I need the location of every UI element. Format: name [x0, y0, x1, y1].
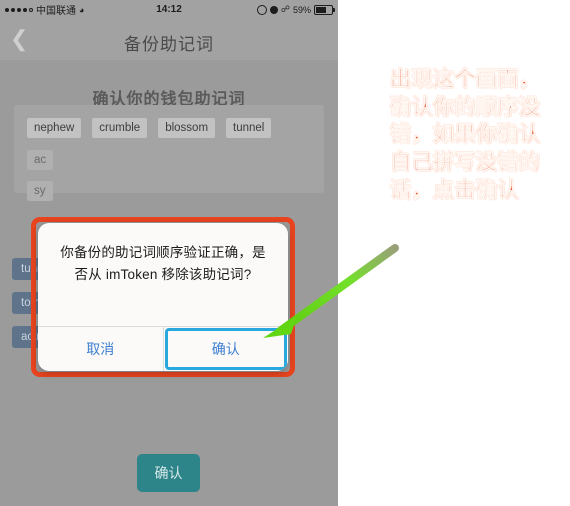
phone-screenshot-panel: 中国联通 ◕ 14:12 ☍ 59% ❮ 备份助记词 确认你的钱包助记词 请按顺… [0, 0, 338, 506]
status-bar: 中国联通 ◕ 14:12 ☍ 59% [0, 0, 338, 19]
selected-words-row: nephew crumble blossom tunnel [14, 105, 324, 138]
dialog-confirm-button-wrap: 确认 [164, 327, 289, 371]
dialog-cancel-button[interactable]: 取消 [38, 327, 164, 371]
annotation-text: 出现这个画面，确认你的顺序没错，如果你确认自己拼写没错的话，点击确认 [390, 68, 541, 202]
dialog-actions: 取消 确认 [38, 326, 288, 371]
selected-word-chip[interactable]: tunnel [226, 118, 272, 138]
battery-icon [314, 4, 335, 15]
confirmation-dialog: 你备份的助记词顺序验证正确，是否从 imToken 移除该助记词? 取消 确认 [38, 223, 288, 371]
selected-word-chip-occluded[interactable]: sy [27, 181, 53, 201]
dialog-confirm-button[interactable]: 确认 [164, 328, 287, 370]
selected-word-chip[interactable]: crumble [92, 118, 148, 138]
selected-word-chip[interactable]: nephew [27, 118, 82, 138]
page-title: 备份助记词 [124, 35, 214, 54]
status-bar-clock: 14:12 [156, 4, 182, 15]
dialog-message: 你备份的助记词顺序验证正确，是否从 imToken 移除该助记词? [60, 245, 266, 282]
selected-words-panel: nephew crumble blossom tunnel ac sy [14, 105, 324, 201]
confirm-button[interactable]: 确认 [137, 454, 200, 492]
nav-bar: ❮ 备份助记词 [0, 19, 338, 60]
selected-word-chip[interactable]: blossom [158, 118, 216, 138]
selected-word-chip-occluded[interactable]: ac [27, 150, 54, 170]
